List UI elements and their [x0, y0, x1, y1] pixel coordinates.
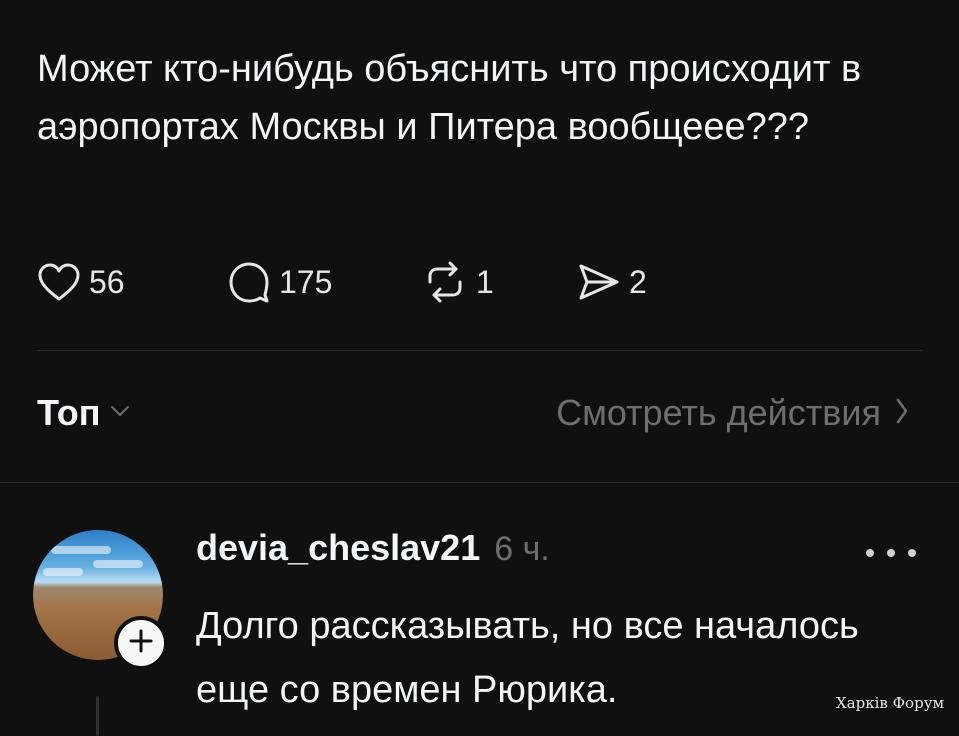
reply-button[interactable]: 175 [227, 260, 422, 304]
plus-icon [127, 627, 155, 660]
reply-count: 175 [279, 263, 333, 300]
thread-line [96, 696, 99, 736]
post-actions: 56 175 1 2 [37, 256, 647, 308]
comment-icon [227, 260, 271, 304]
repost-icon [422, 260, 468, 304]
follow-button[interactable] [114, 616, 168, 670]
reply-username[interactable]: devia_cheslav21 [196, 527, 480, 569]
repost-count: 1 [476, 263, 494, 300]
sort-dropdown[interactable]: Топ [37, 392, 130, 434]
view-activity-link[interactable]: Смотреть действия [556, 392, 909, 434]
share-count: 2 [629, 263, 647, 300]
chevron-down-icon [100, 404, 130, 423]
section-divider [0, 482, 959, 483]
share-button[interactable]: 2 [577, 262, 647, 302]
post-text: Может кто-нибудь объяснить что происходи… [37, 48, 862, 148]
more-icon[interactable] [866, 540, 916, 566]
heart-icon [37, 262, 81, 302]
sort-label: Топ [37, 392, 101, 433]
reply-text: Долго рассказывать, но все началось еще … [196, 605, 859, 711]
view-activity-label: Смотреть действия [556, 392, 881, 433]
like-button[interactable]: 56 [37, 262, 227, 302]
reply-timestamp: 6 ч. [494, 530, 550, 568]
watermark: Харків Форум [836, 694, 945, 712]
reply-header: devia_cheslav21 6 ч. [196, 527, 550, 569]
chevron-right-icon [881, 397, 909, 430]
like-count: 56 [89, 263, 125, 300]
share-icon [577, 262, 621, 302]
divider [37, 350, 922, 351]
repost-button[interactable]: 1 [422, 260, 577, 304]
